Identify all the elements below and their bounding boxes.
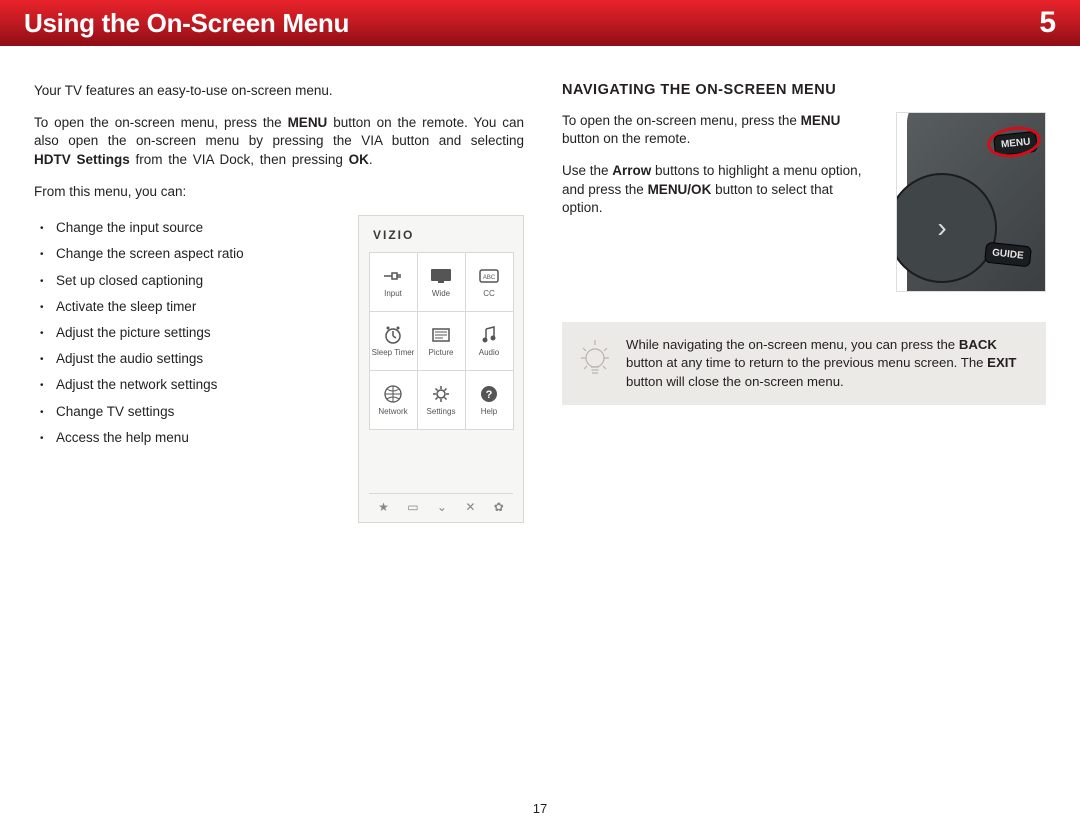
close-icon: ✕ [465,500,475,514]
lightbulb-icon [578,336,612,380]
vizio-logo: VIZIO [369,228,513,242]
vizio-cell-settings: Settings [417,370,466,430]
cell-label: Network [378,408,407,417]
text-frag: Use the [562,163,612,178]
gear-small-icon: ✿ [494,500,504,514]
cc-icon: ABC [478,264,500,288]
nav-p2: Use the Arrow buttons to highlight a men… [562,162,876,217]
cell-label: CC [483,290,495,299]
list-item: Adjust the picture settings [56,324,330,342]
list-item: Change the input source [56,219,330,237]
globe-icon [383,382,403,406]
left-inner-row: Change the input source Change the scree… [34,215,524,523]
text-frag: from the VIA Dock, then pressing [130,152,349,167]
vizio-menu-illustration: VIZIO Input Wide ABC CC [358,215,524,523]
list-item: Access the help menu [56,429,330,447]
bullet-list-wrap: Change the input source Change the scree… [34,215,330,523]
chevron-down-icon: ⌄ [437,500,447,514]
tv-icon [429,264,453,288]
cell-label: Picture [429,349,454,358]
vizio-cell-cc: ABC CC [465,252,514,312]
bold-menu: MENU [801,113,841,128]
text-frag: While navigating the on-screen menu, you… [626,337,959,352]
cell-label: Wide [432,290,450,299]
vizio-footer-icons: ★ ▭ ⌄ ✕ ✿ [369,493,513,516]
cell-label: Input [384,290,402,299]
open-menu-paragraph: To open the on-screen menu, press the ME… [34,114,524,169]
cell-label: Settings [427,408,456,417]
chapter-number: 5 [1039,6,1056,40]
vizio-cell-picture: Picture [417,311,466,371]
remote-illustration: › MENU GUIDE [896,112,1046,292]
bold-menu: MENU [288,115,328,130]
tip-callout: While navigating the on-screen menu, you… [562,322,1046,405]
text-frag: To open the on-screen menu, press the [34,115,288,130]
chapter-header: Using the On-Screen Menu 5 [0,0,1080,46]
page-body: Your TV features an easy-to-use on-scree… [0,46,1080,523]
music-icon [479,323,499,347]
text-frag: button on the remote. [562,131,690,146]
plug-icon [382,264,404,288]
text-frag: button will close the on-screen menu. [626,374,844,389]
chapter-title: Using the On-Screen Menu [24,8,349,39]
from-menu-text: From this menu, you can: [34,183,524,201]
vizio-cell-audio: Audio [465,311,514,371]
cell-label: Help [481,408,497,417]
picture-icon [430,323,452,347]
text-frag: button at any time to return to the prev… [626,355,987,370]
svg-text:?: ? [486,389,493,401]
list-item: Adjust the audio settings [56,350,330,368]
page-number: 17 [0,801,1080,816]
vizio-cell-help: ? Help [465,370,514,430]
bold-exit: EXIT [987,355,1016,370]
text-frag: To open the on-screen menu, press the [562,113,801,128]
bold-back: BACK [959,337,997,352]
list-item: Set up closed captioning [56,272,330,290]
section-heading: NAVIGATING THE ON-SCREEN MENU [562,82,1046,98]
text-frag: . [369,152,373,167]
nav-text: To open the on-screen menu, press the ME… [562,112,876,292]
help-icon: ? [479,382,499,406]
vizio-cell-input: Input [369,252,418,312]
bold-menu-ok: MENU/OK [648,182,712,197]
bold-hdtv-settings: HDTV Settings [34,152,130,167]
cell-label: Audio [479,349,499,358]
right-column: NAVIGATING THE ON-SCREEN MENU To open th… [562,82,1046,523]
cell-label: Sleep Timer [372,349,415,358]
bold-ok: OK [349,152,369,167]
nav-p1: To open the on-screen menu, press the ME… [562,112,876,148]
bold-arrow: Arrow [612,163,651,178]
list-item: Activate the sleep timer [56,298,330,316]
svg-text:ABC: ABC [483,275,496,281]
star-icon: ★ [378,500,389,514]
feature-bullets: Change the input source Change the scree… [34,219,330,447]
rect-icon: ▭ [407,500,418,514]
right-top-row: To open the on-screen menu, press the ME… [562,112,1046,292]
list-item: Adjust the network settings [56,376,330,394]
left-column: Your TV features an easy-to-use on-scree… [34,82,524,523]
vizio-cell-network: Network [369,370,418,430]
list-item: Change TV settings [56,403,330,421]
vizio-cell-sleep: Sleep Timer [369,311,418,371]
gear-icon [431,382,451,406]
clock-icon [383,323,403,347]
vizio-cell-wide: Wide [417,252,466,312]
vizio-grid: Input Wide ABC CC Sleep Timer [369,252,513,429]
list-item: Change the screen aspect ratio [56,245,256,263]
intro-text: Your TV features an easy-to-use on-scree… [34,82,524,100]
